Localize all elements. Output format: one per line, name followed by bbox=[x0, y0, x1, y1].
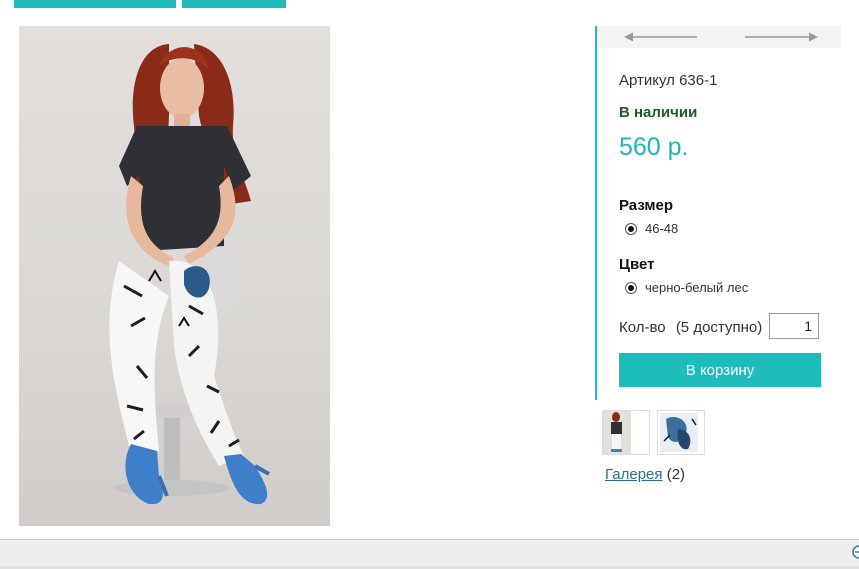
thumbnail-model-image bbox=[603, 411, 649, 454]
availability-status: В наличии bbox=[619, 104, 698, 121]
gallery-thumbnail-2[interactable] bbox=[657, 410, 705, 455]
size-option-row[interactable]: 46-48 bbox=[625, 221, 678, 236]
product-photo[interactable] bbox=[19, 26, 330, 526]
color-radio[interactable] bbox=[625, 281, 637, 294]
price: 560 р. bbox=[619, 133, 689, 161]
gallery-link[interactable]: Галерея bbox=[605, 466, 663, 483]
sku-label: Артикул 636-1 bbox=[619, 72, 718, 89]
arrow-right-icon[interactable] bbox=[743, 30, 819, 48]
product-info-panel: Артикул 636-1 В наличии 560 р. Размер 46… bbox=[595, 26, 841, 400]
arrow-left-icon[interactable] bbox=[623, 30, 699, 48]
top-tab-1[interactable] bbox=[14, 0, 176, 8]
thumbnail-pattern-image bbox=[658, 411, 704, 454]
radio-selected-dot bbox=[628, 284, 634, 291]
model-illustration bbox=[109, 44, 270, 505]
bottom-toolbar bbox=[0, 539, 859, 566]
top-tab-2[interactable] bbox=[182, 0, 286, 8]
quantity-label-text: Кол-во bbox=[619, 319, 666, 336]
gallery-thumbnail-1[interactable] bbox=[602, 410, 650, 455]
color-option-label: черно-белый лес bbox=[645, 280, 749, 295]
quantity-label: Кол-во (5 доступно) bbox=[619, 319, 762, 336]
color-option-title: Цвет bbox=[619, 256, 655, 273]
zoom-icon[interactable] bbox=[851, 545, 859, 559]
color-option-row[interactable]: черно-белый лес bbox=[625, 280, 748, 295]
add-to-cart-button[interactable]: В корзину bbox=[619, 353, 821, 387]
radio-selected-dot bbox=[628, 225, 634, 232]
gallery-link-row: Галерея (2) bbox=[605, 466, 685, 483]
quantity-input[interactable] bbox=[769, 313, 819, 339]
quantity-available: (5 доступно) bbox=[675, 319, 763, 336]
size-option-label: 46-48 bbox=[645, 221, 679, 236]
size-radio[interactable] bbox=[625, 222, 637, 235]
gallery-count: (2) bbox=[666, 466, 686, 483]
image-nav-bar bbox=[599, 26, 841, 48]
size-option-title: Размер bbox=[619, 197, 674, 214]
